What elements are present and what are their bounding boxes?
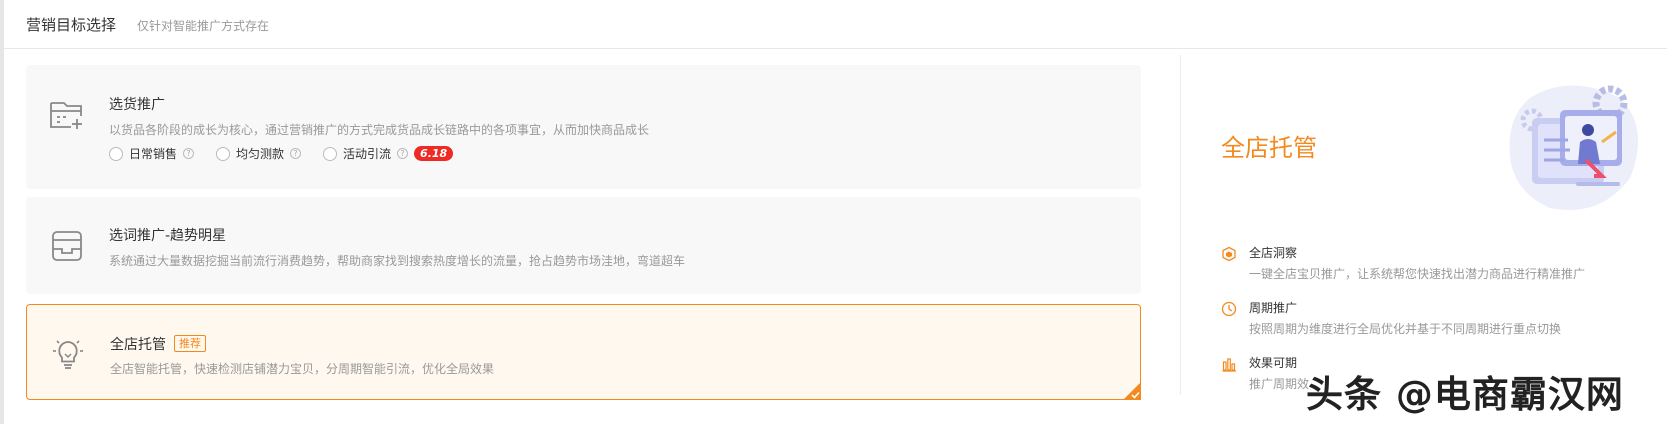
page-left-border [0,0,4,424]
feature-description: 推广周期效 [1249,377,1310,391]
option-card-store-hosting[interactable]: 全店托管 推荐 全店智能托管，快速检测店铺潜力宝贝，分周期智能引流，优化全局效果 [26,304,1141,400]
radio-label: 活动引流 [343,147,392,161]
help-icon[interactable]: ? [183,148,195,159]
feature-description: 一键全店宝贝推广，让系统帮您快速找出潜力商品进行精准推广 [1249,267,1586,281]
bar-chart-icon [1222,358,1236,372]
panel-divider [1180,55,1181,395]
feature-title: 全店洞察 [1249,246,1298,260]
detail-title: 全店托管 [1221,134,1317,162]
cube-icon [1222,246,1236,262]
selected-check-icon [1123,382,1141,400]
recommended-tag: 推荐 [174,335,206,352]
option-title: 选词推广-趋势明星 [109,228,227,244]
feature-title: 周期推广 [1249,301,1298,315]
feature-title: 效果可期 [1249,356,1298,370]
goal-radio-group: 日常销售 ? 均匀测款 ? 活动引流 ? 6.18 [109,145,475,162]
radio-even-test[interactable]: 均匀测款 ? [216,145,302,162]
radio-circle[interactable] [109,146,123,161]
store-hosting-illustration [1509,85,1638,210]
radio-circle[interactable] [216,146,231,161]
option-title: 全店托管 推荐 [110,334,206,354]
feature-description: 按照周期为维度进行全局优化并基于不同周期进行重点切换 [1249,322,1562,336]
inbox-tray-icon [52,231,82,261]
option-card-keyword-trend[interactable]: 选词推广-趋势明星 系统通过大量数据挖掘当前流行消费趋势，帮助商家找到搜索热度增… [26,197,1141,294]
help-icon[interactable]: ? [290,148,302,159]
option-description: 系统通过大量数据挖掘当前流行消费趋势，帮助商家找到搜索热度增长的流量，抢占趋势市… [109,254,686,268]
option-description: 全店智能托管，快速检测店铺潜力宝贝，分周期智能引流，优化全局效果 [110,362,495,376]
option-title-text: 全店托管 [110,337,166,353]
section-header: 营销目标选择 仅针对智能推广方式存在 [4,0,1667,49]
clock-icon [1221,301,1237,317]
radio-event-traffic[interactable]: 活动引流 ? 6.18 [323,145,454,162]
option-card-product-promotion[interactable]: 选货推广 以货品各阶段的成长为核心，通过营销推广的方式完成货品成长链路中的各项事… [26,65,1141,189]
option-title: 选货推广 [109,97,165,113]
radio-circle[interactable] [323,146,338,161]
radio-daily-sales[interactable]: 日常销售 ? [109,145,195,162]
section-title: 营销目标选择 [26,16,117,34]
event-618-badge: 6.18 [414,146,454,161]
radio-label: 均匀测款 [236,147,285,161]
option-description: 以货品各阶段的成长为核心，通过营销推广的方式完成货品成长链路中的各项事宜，从而加… [109,123,650,137]
calendar-add-icon [50,102,82,129]
watermark-text: 头条 @电商霸汉网 [1306,373,1624,416]
section-subtitle: 仅针对智能推广方式存在 [137,19,270,33]
help-icon[interactable]: ? [397,148,409,159]
lightbulb-icon [53,340,83,369]
radio-label: 日常销售 [129,147,178,161]
